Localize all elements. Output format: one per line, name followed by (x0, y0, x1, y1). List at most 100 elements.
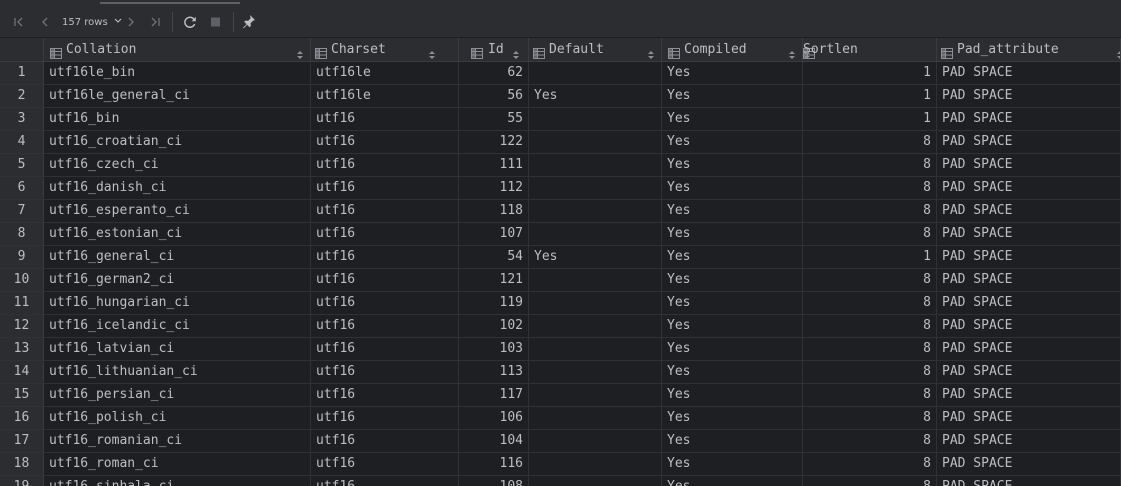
cell-charset[interactable]: utf16 (311, 154, 459, 176)
cell-compiled[interactable]: Yes (662, 223, 803, 245)
cell-collation[interactable]: utf16_croatian_ci (44, 131, 311, 153)
cell-default[interactable] (529, 476, 662, 486)
table-row[interactable]: 7 utf16_esperanto_ci utf16 118 Yes 8 PAD SPACE (0, 200, 1121, 223)
cell-compiled[interactable]: Yes (662, 85, 803, 107)
cell-compiled[interactable]: Yes (662, 476, 803, 486)
cell-collation[interactable]: utf16_polish_ci (44, 407, 311, 429)
column-header-default[interactable]: Default (529, 38, 662, 61)
cell-collation[interactable]: utf16le_bin (44, 62, 311, 84)
cell-pad-attribute[interactable]: PAD SPACE (937, 315, 1121, 337)
table-row[interactable]: 5 utf16_czech_ci utf16 111 Yes 8 PAD SPACE (0, 154, 1121, 177)
cell-pad-attribute[interactable]: PAD SPACE (937, 177, 1121, 199)
cell-charset[interactable]: utf16 (311, 476, 459, 486)
cell-sortlen[interactable]: 8 (803, 430, 937, 452)
cell-id[interactable]: 111 (459, 154, 529, 176)
last-page-button[interactable] (146, 12, 164, 32)
column-header-sortlen[interactable]: Sortlen (803, 38, 937, 61)
cell-pad-attribute[interactable]: PAD SPACE (937, 223, 1121, 245)
cell-sortlen[interactable]: 1 (803, 85, 937, 107)
cell-default[interactable] (529, 407, 662, 429)
cell-id[interactable]: 107 (459, 223, 529, 245)
cell-sortlen[interactable]: 1 (803, 246, 937, 268)
cell-pad-attribute[interactable]: PAD SPACE (937, 131, 1121, 153)
table-row[interactable]: 12 utf16_icelandic_ci utf16 102 Yes 8 PAD SPAC… (0, 315, 1121, 338)
cell-sortlen[interactable]: 8 (803, 453, 937, 475)
sort-icon[interactable] (428, 45, 436, 59)
sort-icon[interactable] (647, 45, 655, 59)
cell-default[interactable] (529, 154, 662, 176)
cell-pad-attribute[interactable]: PAD SPACE (937, 62, 1121, 84)
cell-id[interactable]: 113 (459, 361, 529, 383)
cell-collation[interactable]: utf16_czech_ci (44, 154, 311, 176)
cell-charset[interactable]: utf16 (311, 177, 459, 199)
cell-compiled[interactable]: Yes (662, 384, 803, 406)
cell-charset[interactable]: utf16 (311, 223, 459, 245)
sort-icon[interactable] (512, 45, 520, 59)
cell-compiled[interactable]: Yes (662, 108, 803, 130)
cell-sortlen[interactable]: 8 (803, 131, 937, 153)
cell-collation[interactable]: utf16le_general_ci (44, 85, 311, 107)
cell-charset[interactable]: utf16 (311, 131, 459, 153)
cell-id[interactable]: 122 (459, 131, 529, 153)
cell-collation[interactable]: utf16_general_ci (44, 246, 311, 268)
cell-default[interactable]: Yes (529, 85, 662, 107)
cell-sortlen[interactable]: 8 (803, 407, 937, 429)
table-row[interactable]: 18 utf16_roman_ci utf16 116 Yes 8 PAD SPACE (0, 453, 1121, 476)
cell-charset[interactable]: utf16 (311, 338, 459, 360)
cell-id[interactable]: 55 (459, 108, 529, 130)
cell-default[interactable] (529, 223, 662, 245)
cell-default[interactable] (529, 361, 662, 383)
cell-id[interactable]: 112 (459, 177, 529, 199)
cell-compiled[interactable]: Yes (662, 430, 803, 452)
cell-compiled[interactable]: Yes (662, 407, 803, 429)
cell-collation[interactable]: utf16_latvian_ci (44, 338, 311, 360)
cell-compiled[interactable]: Yes (662, 131, 803, 153)
cell-pad-attribute[interactable]: PAD SPACE (937, 384, 1121, 406)
cell-sortlen[interactable]: 8 (803, 292, 937, 314)
cell-default[interactable]: Yes (529, 246, 662, 268)
cell-sortlen[interactable]: 8 (803, 200, 937, 222)
table-row[interactable]: 19utf16_sinhala_ciutf16108 Yes8PAD SPACE (0, 476, 1121, 486)
cell-compiled[interactable]: Yes (662, 315, 803, 337)
cell-pad-attribute[interactable]: PAD SPACE (937, 407, 1121, 429)
cell-charset[interactable]: utf16 (311, 384, 459, 406)
table-row[interactable]: 15 utf16_persian_ci utf16 117 Yes 8 PAD SPACE (0, 384, 1121, 407)
cell-collation[interactable]: utf16_esperanto_ci (44, 200, 311, 222)
cell-compiled[interactable]: Yes (662, 269, 803, 291)
cell-pad-attribute[interactable]: PAD SPACE (937, 154, 1121, 176)
cell-pad-attribute[interactable]: PAD SPACE (937, 269, 1121, 291)
cell-sortlen[interactable]: 8 (803, 384, 937, 406)
sort-icon[interactable] (1116, 45, 1120, 59)
cell-sortlen[interactable]: 8 (803, 269, 937, 291)
cell-compiled[interactable]: Yes (662, 246, 803, 268)
table-row[interactable]: 8 utf16_estonian_ci utf16 107 Yes 8 PAD SPACE (0, 223, 1121, 246)
cell-pad-attribute[interactable]: PAD SPACE (937, 430, 1121, 452)
cell-compiled[interactable]: Yes (662, 177, 803, 199)
cell-id[interactable]: 106 (459, 407, 529, 429)
cell-charset[interactable]: utf16 (311, 269, 459, 291)
cell-compiled[interactable]: Yes (662, 338, 803, 360)
cell-sortlen[interactable]: 1 (803, 62, 937, 84)
cell-collation[interactable]: utf16_estonian_ci (44, 223, 311, 245)
cell-compiled[interactable]: Yes (662, 154, 803, 176)
table-row[interactable]: 11 utf16_hungarian_ci utf16 119 Yes 8 PAD SPAC… (0, 292, 1121, 315)
previous-page-button[interactable] (36, 12, 54, 32)
cell-id[interactable]: 118 (459, 200, 529, 222)
cell-sortlen[interactable]: 8 (803, 361, 937, 383)
cell-pad-attribute[interactable]: PAD SPACE (937, 108, 1121, 130)
cell-compiled[interactable]: Yes (662, 453, 803, 475)
cell-default[interactable] (529, 453, 662, 475)
cell-pad-attribute[interactable]: PAD SPACE (937, 338, 1121, 360)
cell-collation[interactable]: utf16_roman_ci (44, 453, 311, 475)
cell-collation[interactable]: utf16_german2_ci (44, 269, 311, 291)
sort-icon[interactable] (296, 45, 304, 59)
pin-tab-button[interactable] (240, 12, 258, 32)
cell-collation[interactable]: utf16_sinhala_ci (44, 476, 311, 486)
cell-charset[interactable]: utf16 (311, 246, 459, 268)
cell-charset[interactable]: utf16 (311, 361, 459, 383)
table-row[interactable]: 13 utf16_latvian_ci utf16 103 Yes 8 PAD SPACE (0, 338, 1121, 361)
cell-charset[interactable]: utf16le (311, 62, 459, 84)
cell-charset[interactable]: utf16 (311, 292, 459, 314)
cell-default[interactable] (529, 315, 662, 337)
cell-default[interactable] (529, 292, 662, 314)
